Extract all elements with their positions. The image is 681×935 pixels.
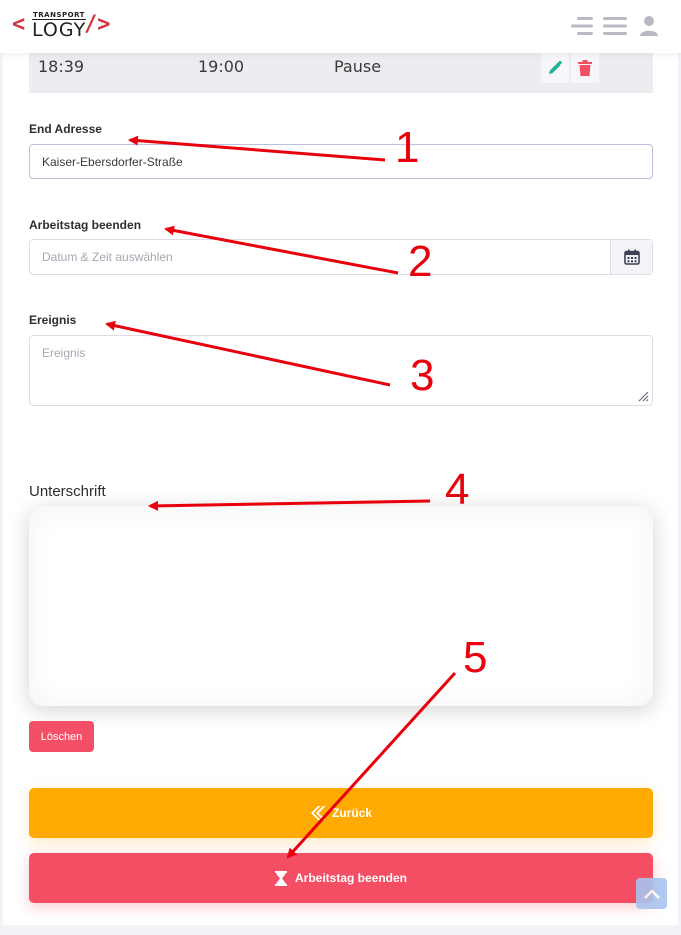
event-textarea[interactable]: Ereignis (29, 335, 653, 406)
calendar-icon (623, 249, 640, 265)
pause-start-time: 18:39 (38, 57, 85, 76)
delete-row-button[interactable] (571, 53, 599, 83)
end-address-input[interactable]: Kaiser-Ebersdorfer-Straße (29, 144, 653, 179)
annotation-number-3: 3 (410, 351, 435, 400)
user-icon[interactable] (637, 14, 661, 38)
edit-icon (549, 60, 563, 74)
double-chevron-left-icon (310, 806, 326, 820)
end-address-value: Kaiser-Ebersdorfer-Straße (42, 154, 183, 169)
annotation-number-5: 5 (463, 633, 488, 682)
back-button-label: Zurück (331, 806, 372, 820)
scroll-to-top-button[interactable] (636, 878, 667, 909)
pause-end-time: 19:00 (198, 57, 245, 76)
signature-pad[interactable] (29, 506, 653, 706)
edit-button[interactable] (541, 53, 569, 83)
chevron-up-icon (643, 888, 660, 899)
end-workday-placeholder: Datum & Zeit auswählen (42, 250, 173, 264)
annotation-number-1: 1 (395, 123, 420, 172)
annotation-number-4: 4 (445, 465, 470, 514)
top-navbar: < TRANSPORT LOGY /> (0, 0, 681, 53)
logo-small-text: TRANSPORT (33, 11, 85, 19)
hourglass-icon (274, 870, 287, 886)
logo-left-bracket: < (12, 12, 26, 37)
menu-collapse-icon[interactable] (569, 14, 593, 38)
hamburger-menu-icon[interactable] (603, 14, 627, 38)
end-workday-button-label: Arbeitstag beenden (294, 871, 408, 885)
calendar-button[interactable] (610, 240, 652, 274)
trash-icon (578, 60, 592, 76)
annotation-number-2: 2 (408, 237, 433, 286)
end-workday-button[interactable]: Arbeitstag beenden (29, 853, 653, 903)
end-workday-datetime-input[interactable]: Datum & Zeit auswählen (29, 239, 653, 275)
logo-big-text: LOGY (32, 19, 87, 41)
transportlogy-logo[interactable]: < TRANSPORT LOGY /> (12, 10, 122, 42)
event-placeholder: Ereignis (42, 346, 86, 360)
end-address-label: End Adresse (29, 122, 102, 136)
event-label: Ereignis (29, 313, 77, 327)
clear-signature-button[interactable]: Löschen (29, 721, 94, 752)
resize-handle-icon[interactable] (637, 390, 649, 402)
pause-type: Pause (334, 57, 382, 76)
signature-label: Unterschrift (29, 483, 106, 500)
back-button[interactable]: Zurück (29, 788, 653, 838)
logo-right-bracket: /> (84, 12, 111, 37)
end-workday-label: Arbeitstag beenden (29, 218, 142, 232)
